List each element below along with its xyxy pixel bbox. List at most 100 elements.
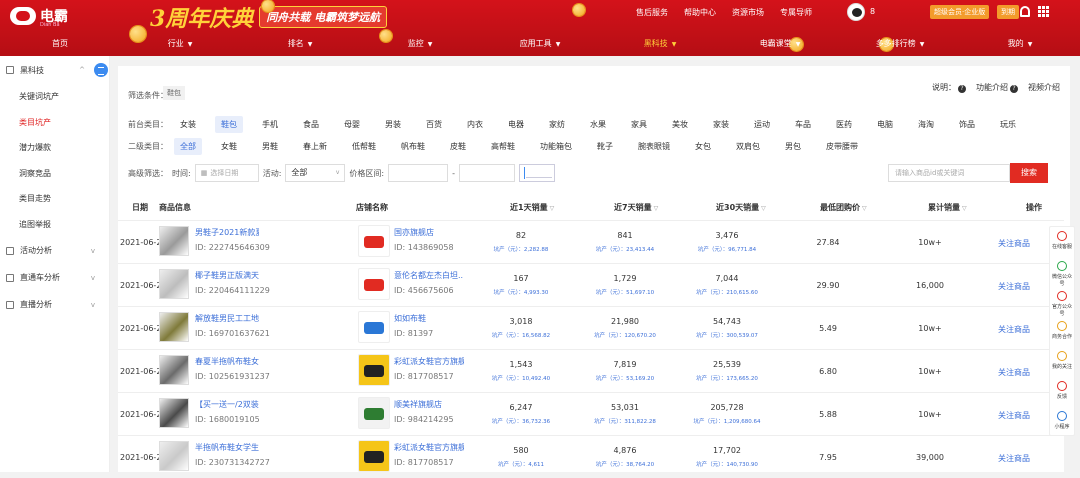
product-thumbnail[interactable] bbox=[159, 226, 189, 256]
mini-program-button[interactable]: 小程序 bbox=[1050, 407, 1074, 437]
shop-logo[interactable] bbox=[358, 225, 390, 257]
nav-home[interactable]: 首页 bbox=[0, 32, 120, 56]
nav-industry[interactable]: 行业 ▼ bbox=[120, 32, 240, 56]
front-category-chip[interactable]: 电器 bbox=[502, 116, 530, 133]
col-price[interactable]: 最低团购价 ▽ bbox=[820, 202, 867, 213]
nav-monitor[interactable]: 监控 ▼ bbox=[360, 32, 480, 56]
second-category-chip[interactable]: 全部 bbox=[174, 138, 202, 155]
shop-logo[interactable] bbox=[358, 354, 390, 386]
front-category-chip[interactable]: 家装 bbox=[707, 116, 735, 133]
front-category-chip[interactable]: 内衣 bbox=[461, 116, 489, 133]
front-category-chip[interactable]: 水果 bbox=[584, 116, 612, 133]
sort-icon[interactable]: ▽ bbox=[654, 205, 659, 212]
front-category-chip[interactable]: 车品 bbox=[789, 116, 817, 133]
product-title-link[interactable]: 男鞋子2021新款夏... bbox=[195, 227, 259, 238]
my-follow-button[interactable]: 我的关注 bbox=[1050, 347, 1074, 377]
help-explain[interactable]: 说明：? bbox=[932, 82, 966, 93]
shop-logo[interactable] bbox=[358, 397, 390, 429]
shop-name-link[interactable]: 顺美祥旗舰店 bbox=[394, 399, 464, 410]
second-category-chip[interactable]: 女鞋 bbox=[215, 138, 243, 155]
date-picker[interactable]: ▦ 选择日期 bbox=[194, 164, 259, 182]
feedback-button[interactable]: 反馈 bbox=[1050, 377, 1074, 407]
link-help[interactable]: 帮助中心 bbox=[684, 7, 716, 18]
link-resource-market[interactable]: 资源市场 bbox=[732, 7, 764, 18]
product-thumbnail[interactable] bbox=[159, 355, 189, 385]
front-category-chip[interactable]: 家纺 bbox=[543, 116, 571, 133]
price-max-input[interactable] bbox=[459, 164, 515, 182]
front-category-chip[interactable]: 百货 bbox=[420, 116, 448, 133]
front-category-chip[interactable]: 母婴 bbox=[338, 116, 366, 133]
front-category-chip[interactable]: 运动 bbox=[748, 116, 776, 133]
sidebar-item-image-report[interactable]: 追图举报 bbox=[0, 212, 109, 238]
shop-logo[interactable] bbox=[358, 440, 390, 472]
avatar[interactable] bbox=[847, 3, 865, 21]
sort-icon[interactable]: ▽ bbox=[962, 205, 967, 212]
second-category-chip[interactable]: 皮鞋 bbox=[444, 138, 472, 155]
shop-logo[interactable] bbox=[358, 268, 390, 300]
product-title-link[interactable]: 解放鞋男民工工地... bbox=[195, 313, 259, 324]
col-total[interactable]: 累计销量 ▽ bbox=[928, 202, 967, 213]
front-category-chip[interactable]: 玩乐 bbox=[994, 116, 1022, 133]
nav-mine[interactable]: 我的 ▼ bbox=[960, 32, 1080, 56]
sort-icon[interactable]: ▽ bbox=[550, 205, 555, 212]
wechat-button[interactable]: 微信公众号 bbox=[1050, 257, 1074, 287]
follow-product-link[interactable]: 关注商品 bbox=[998, 410, 1030, 421]
product-title-link[interactable]: 春夏半拖帆布鞋女... bbox=[195, 356, 259, 367]
search-button[interactable]: 搜索 bbox=[1010, 163, 1048, 183]
second-category-chip[interactable]: 女包 bbox=[689, 138, 717, 155]
second-category-chip[interactable]: 功能箱包 bbox=[534, 138, 578, 155]
nav-tools[interactable]: 应用工具 ▼ bbox=[480, 32, 600, 56]
second-category-chip[interactable]: 男鞋 bbox=[256, 138, 284, 155]
business-button[interactable]: 商务合作 bbox=[1050, 317, 1074, 347]
shop-name-link[interactable]: 意伦名都左杰白坦... bbox=[394, 270, 464, 281]
sidebar-item-competitor-insight[interactable]: 洞察竞品 bbox=[0, 161, 109, 187]
product-thumbnail[interactable] bbox=[159, 312, 189, 342]
shop-name-link[interactable]: 国亦旗舰店 bbox=[394, 227, 464, 238]
sidebar-toggle-icon[interactable] bbox=[94, 63, 108, 77]
link-mentor[interactable]: 专属导师 bbox=[780, 7, 812, 18]
sidebar-item-potential-hits[interactable]: 潜力爆款 bbox=[0, 135, 109, 161]
bell-icon[interactable] bbox=[1020, 6, 1030, 17]
second-category-chip[interactable]: 腕表眼镜 bbox=[632, 138, 676, 155]
online-service-button[interactable]: 在线客服 bbox=[1050, 227, 1074, 257]
expiry-badge[interactable]: 到期 bbox=[997, 5, 1019, 19]
product-title-link[interactable]: 椰子鞋男正版满天... bbox=[195, 270, 259, 281]
filter-condition-tag[interactable]: 鞋包 bbox=[163, 86, 185, 100]
front-category-chip[interactable]: 女装 bbox=[174, 116, 202, 133]
shop-logo[interactable] bbox=[358, 311, 390, 343]
col-d30[interactable]: 近30天销量 ▽ bbox=[716, 202, 766, 213]
official-account-button[interactable]: 官方公众号 bbox=[1050, 287, 1074, 317]
front-category-chip[interactable]: 男装 bbox=[379, 116, 407, 133]
nav-pdd-ranking[interactable]: 多多排行榜 ▼ bbox=[840, 32, 960, 56]
sidebar-item-category-gmv[interactable]: 类目坑产 bbox=[0, 110, 109, 136]
front-category-chip[interactable]: 电脑 bbox=[871, 116, 899, 133]
sort-icon[interactable]: ▽ bbox=[862, 205, 867, 212]
shop-name-link[interactable]: 彩虹派女鞋官方旗舰店 bbox=[394, 442, 464, 453]
front-category-chip[interactable]: 手机 bbox=[256, 116, 284, 133]
product-thumbnail[interactable] bbox=[159, 441, 189, 471]
second-category-chip[interactable]: 高帮鞋 bbox=[485, 138, 521, 155]
product-thumbnail[interactable] bbox=[159, 269, 189, 299]
follow-product-link[interactable]: 关注商品 bbox=[998, 281, 1030, 292]
product-title-link[interactable]: 【买一送一/2双装老... bbox=[195, 399, 259, 410]
apps-grid-icon[interactable] bbox=[1038, 6, 1049, 17]
sidebar-item-category-trend[interactable]: 类目走势 bbox=[0, 186, 109, 212]
follow-product-link[interactable]: 关注商品 bbox=[998, 324, 1030, 335]
product-thumbnail[interactable] bbox=[159, 398, 189, 428]
nav-ranking[interactable]: 排名 ▼ bbox=[240, 32, 360, 56]
second-category-chip[interactable]: 春上新 bbox=[297, 138, 333, 155]
help-video[interactable]: 视频介绍 bbox=[1028, 82, 1060, 93]
follow-product-link[interactable]: 关注商品 bbox=[998, 453, 1030, 464]
activity-select[interactable]: 全部 v bbox=[285, 164, 346, 182]
front-category-chip[interactable]: 鞋包 bbox=[215, 116, 243, 133]
sidebar-head[interactable]: 黑科技 ^ bbox=[0, 56, 109, 84]
shop-name-link[interactable]: 彩虹派女鞋官方旗舰店 bbox=[394, 356, 464, 367]
help-feature[interactable]: 功能介绍? bbox=[976, 82, 1018, 93]
front-category-chip[interactable]: 海淘 bbox=[912, 116, 940, 133]
front-category-chip[interactable]: 医药 bbox=[830, 116, 858, 133]
second-category-chip[interactable]: 皮带腰带 bbox=[820, 138, 864, 155]
follow-product-link[interactable]: 关注商品 bbox=[998, 367, 1030, 378]
front-category-chip[interactable]: 美妆 bbox=[666, 116, 694, 133]
second-category-chip[interactable]: 靴子 bbox=[591, 138, 619, 155]
front-category-chip[interactable]: 家具 bbox=[625, 116, 653, 133]
